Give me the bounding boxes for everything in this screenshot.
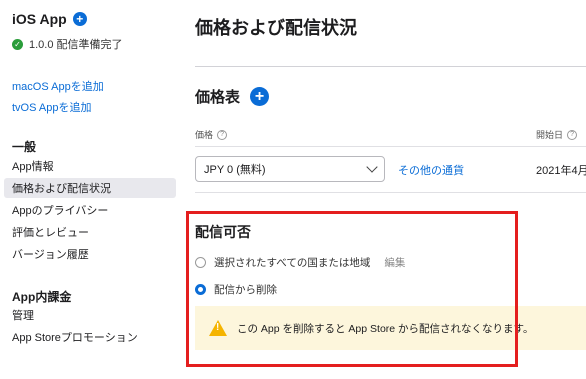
sidebar-item-privacy[interactable]: Appのプライバシー	[4, 200, 176, 220]
add-price-plus-icon[interactable]: +	[250, 87, 270, 106]
start-column-label: 開始日	[536, 130, 564, 140]
price-select[interactable]: JPY 0 (無料)	[195, 156, 385, 182]
chevron-down-icon	[366, 161, 378, 173]
availability-title: 配信可否	[195, 224, 251, 240]
sidebar: iOS App + ✓ 1.0.0 配信準備完了 macOS Appを追加 tv…	[0, 0, 178, 379]
app-title: iOS App	[12, 11, 67, 27]
sidebar-item-version-history[interactable]: バージョン履歴	[4, 244, 176, 264]
section-iap-heading: App内課金	[12, 290, 72, 304]
check-circle-icon: ✓	[12, 38, 23, 50]
price-select-value: JPY 0 (無料)	[204, 164, 266, 176]
radio-button[interactable]	[195, 257, 206, 268]
sidebar-item-promotions[interactable]: App Storeプロモーション	[4, 327, 176, 347]
price-column-label: 価格	[195, 130, 214, 140]
other-currencies-link[interactable]: その他の通貨	[398, 162, 464, 178]
app-title-row: iOS App +	[12, 11, 87, 27]
divider	[195, 192, 586, 193]
add-macos-app-link[interactable]: macOS Appを追加	[12, 78, 104, 94]
start-column-header: 開始日 ?	[536, 128, 578, 141]
divider	[195, 146, 586, 147]
page-title: 価格および配信状況	[195, 18, 357, 38]
warning-text: この App を削除すると App Store から配信されなくなります。	[237, 322, 534, 335]
price-section-header: 価格表 +	[195, 86, 270, 107]
add-platform-plus-icon[interactable]: +	[72, 12, 87, 26]
radio-all-regions[interactable]: 選択されたすべての国または地域 編集	[195, 255, 405, 270]
warning-banner: ! この App を削除すると App Store から配信されなくなります。	[195, 306, 586, 350]
version-status: ✓ 1.0.0 配信準備完了	[12, 36, 123, 52]
start-date: 2021年4月	[536, 165, 586, 177]
radio-button-selected[interactable]	[195, 284, 206, 295]
edit-link[interactable]: 編集	[384, 255, 405, 270]
help-icon[interactable]: ?	[217, 129, 228, 140]
sidebar-item-pricing[interactable]: 価格および配信状況	[4, 178, 176, 198]
version-status-label: 1.0.0 配信準備完了	[29, 39, 123, 51]
divider	[195, 66, 586, 67]
sidebar-item-ratings[interactable]: 評価とレビュー	[4, 222, 176, 242]
add-tvos-app-link[interactable]: tvOS Appを追加	[12, 99, 91, 115]
warning-icon: !	[209, 320, 227, 336]
radio-remove-from-sale[interactable]: 配信から削除	[195, 282, 277, 297]
radio-all-label: 選択されたすべての国または地域	[214, 257, 371, 269]
price-section-title: 価格表	[195, 89, 241, 106]
sidebar-item-app-info[interactable]: App情報	[4, 156, 176, 176]
help-icon[interactable]: ?	[567, 129, 578, 140]
section-general-heading: 一般	[12, 140, 37, 154]
radio-remove-label: 配信から削除	[214, 284, 277, 296]
price-column-header: 価格 ?	[195, 128, 228, 141]
sidebar-item-manage[interactable]: 管理	[4, 305, 176, 325]
main-content: 価格および配信状況 価格表 + 価格 ? 開始日 ? JPY 0 (無料) その…	[178, 0, 586, 379]
